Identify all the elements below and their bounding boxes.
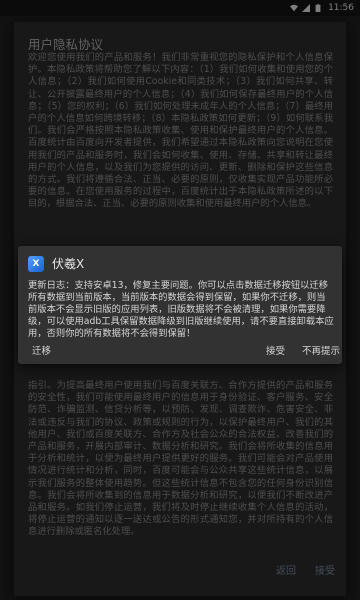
dialog-message: 更新日志：支持安卓13，修复主要问题。你可以点击数据迁移按钮以迁移所有数据到当前… xyxy=(28,280,334,339)
no-remind-button[interactable]: 不再提示 xyxy=(302,343,340,357)
dialog-header: X 伏羲X xyxy=(28,255,84,272)
migrate-button[interactable]: 迁移 xyxy=(32,343,51,357)
dialog-title: 伏羲X xyxy=(52,257,85,271)
app-icon-glyph: X xyxy=(32,258,40,269)
update-dialog: X 伏羲X 更新日志：支持安卓13，修复主要问题。你可以点击数据迁移按钮以迁移所… xyxy=(18,246,342,364)
app-icon: X xyxy=(28,255,44,272)
accept-button[interactable]: 接受 xyxy=(266,343,285,357)
